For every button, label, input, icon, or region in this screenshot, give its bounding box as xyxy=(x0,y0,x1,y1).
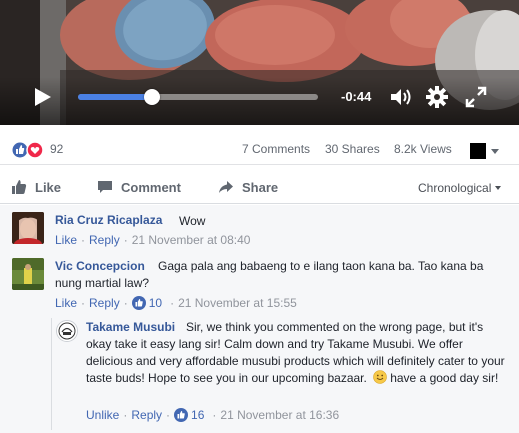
video-player[interactable]: -0:44 xyxy=(0,0,519,125)
like-button-label: Like xyxy=(35,179,62,195)
comment-sort-label: Chronological xyxy=(418,181,492,195)
comment-timestamp[interactable]: 21 November at 15:55 xyxy=(178,296,297,310)
avatar-ria xyxy=(12,212,44,244)
comment-reply-link[interactable]: Reply xyxy=(89,233,120,247)
reply-reply-link[interactable]: Reply xyxy=(131,408,162,422)
settings-gear-icon[interactable] xyxy=(424,85,450,109)
views-count[interactable]: 8.2k Views xyxy=(394,142,452,156)
comment-author[interactable]: Ria Cruz Ricaplaza xyxy=(55,213,162,227)
reply-text: Sir, we think you commented on the wrong… xyxy=(86,319,508,387)
comment-button[interactable]: Comment xyxy=(97,178,181,196)
separator-dot: · xyxy=(123,408,128,422)
avatar-takame-logo xyxy=(57,321,77,341)
avatar[interactable] xyxy=(12,212,44,244)
comment-reply-link[interactable]: Reply xyxy=(89,296,120,310)
smiley-emoji-icon xyxy=(373,370,388,384)
reply-unlike-link[interactable]: Unlike xyxy=(86,408,119,422)
comment-actions: Like · Reply · 21 November at 08:40 xyxy=(55,233,250,247)
comment-like-link[interactable]: Like xyxy=(55,233,77,247)
volume-icon[interactable] xyxy=(388,85,414,109)
share-arrow-icon xyxy=(219,181,233,193)
comment-actions: Like · Reply · 10 · 21 November at 15:55 xyxy=(55,296,297,310)
love-reaction-icon xyxy=(26,141,44,159)
comment-text: Gaga pala ang babaeng to e ilang taon ka… xyxy=(55,259,484,290)
reply-actions: Unlike · Reply · 16 · 21 November at 16:… xyxy=(86,408,339,422)
comment-sort-dropdown[interactable]: Chronological xyxy=(418,181,502,195)
separator-dot: · xyxy=(123,296,128,310)
separator-dot: · xyxy=(123,233,128,247)
reply-text-end: have a good day sir! xyxy=(390,371,499,385)
thumbs-up-icon xyxy=(12,180,27,194)
seek-progress xyxy=(78,94,153,100)
avatar[interactable] xyxy=(12,258,44,290)
fullscreen-icon[interactable] xyxy=(463,85,489,109)
reaction-icons[interactable] xyxy=(11,141,47,159)
comment-like-count[interactable]: 10 xyxy=(149,296,162,310)
reply-timestamp[interactable]: 21 November at 16:36 xyxy=(220,408,339,422)
separator-dot: · xyxy=(212,408,217,422)
comment-like-link[interactable]: Like xyxy=(55,296,77,310)
like-reaction-icon xyxy=(11,141,29,159)
time-remaining: -0:44 xyxy=(341,89,372,104)
reply-like-count[interactable]: 16 xyxy=(191,408,204,422)
reply-thread-line xyxy=(51,318,52,430)
comment-bubble-icon xyxy=(98,181,112,193)
comment-text: Wow xyxy=(179,214,206,228)
separator-dot: · xyxy=(170,296,175,310)
comments-count-link[interactable]: 7 Comments xyxy=(242,142,310,156)
seek-bar[interactable] xyxy=(78,89,318,105)
separator-dot: · xyxy=(81,296,86,310)
sort-caret-icon xyxy=(495,186,502,190)
comment-timestamp[interactable]: 21 November at 08:40 xyxy=(132,233,251,247)
page-selector-caret-icon[interactable] xyxy=(491,149,499,154)
comment-button-label: Comment xyxy=(121,179,181,195)
avatar-vic xyxy=(12,258,44,290)
separator-dot: · xyxy=(81,233,86,247)
page-selector-avatar[interactable] xyxy=(470,143,486,159)
play-icon[interactable] xyxy=(31,86,53,108)
like-count-icon xyxy=(131,296,146,310)
like-button[interactable]: Like xyxy=(11,178,61,196)
like-count-icon xyxy=(174,408,189,422)
share-button[interactable]: Share xyxy=(218,178,278,196)
reaction-count[interactable]: 92 xyxy=(50,142,63,156)
share-button-label: Share xyxy=(242,179,279,195)
avatar[interactable] xyxy=(56,320,78,342)
shares-count-link[interactable]: 30 Shares xyxy=(325,142,380,156)
separator-dot: · xyxy=(166,408,171,422)
